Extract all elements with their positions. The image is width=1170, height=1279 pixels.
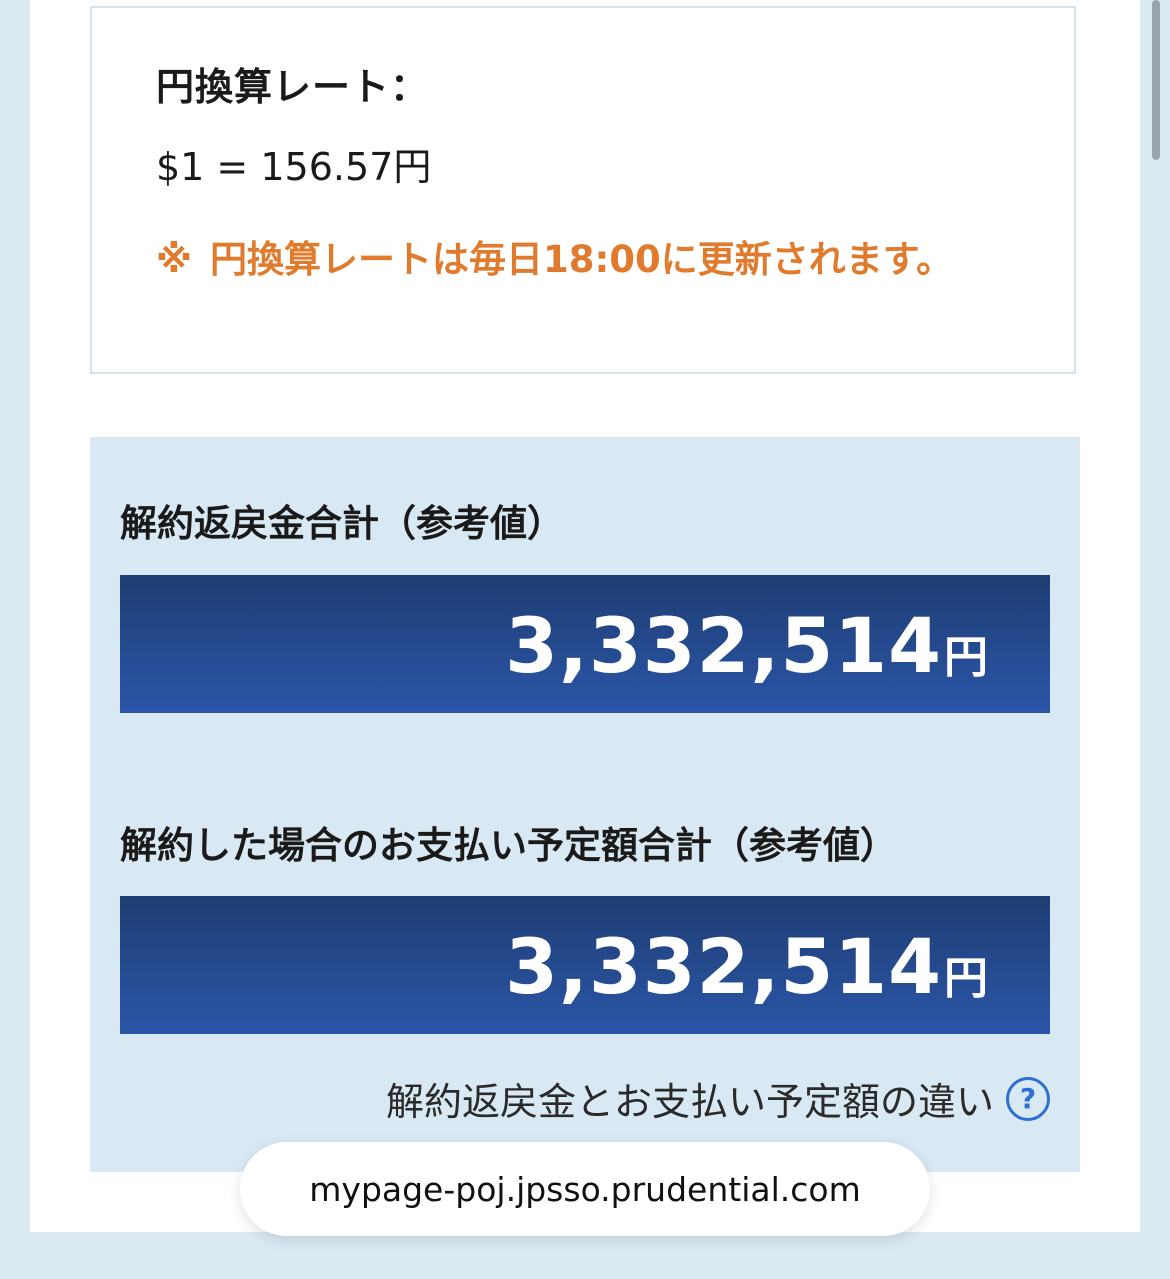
exchange-rate-note: ※ 円換算レートは毎日18:00に更新されます。 [156, 226, 986, 294]
exchange-rate-box: 円換算レート： $1 = 156.57円 ※ 円換算レートは毎日18:00に更新… [90, 6, 1076, 374]
surrender-total-amount: 3,332,514 [505, 601, 942, 690]
payment-total-unit: 円 [944, 953, 988, 1004]
page: 円換算レート： $1 = 156.57円 ※ 円換算レートは毎日18:00に更新… [0, 0, 1170, 1279]
payment-total-label: 解約した場合のお支払い予定額合計（参考値） [120, 824, 897, 867]
exchange-rate-title: 円換算レート： [156, 65, 430, 109]
amount-section: 解約返戻金合計（参考値） 3,332,514円 解約した場合のお支払い予定額合計… [90, 437, 1080, 1172]
browser-url-bar[interactable]: mypage-poj.jpsso.prudential.com [240, 1142, 930, 1236]
surrender-total-unit: 円 [944, 632, 988, 683]
difference-help-text[interactable]: 解約返戻金とお支払い予定額の違い [386, 1071, 994, 1126]
payment-total-amount: 3,332,514 [505, 922, 942, 1011]
note-mark: ※ [156, 238, 192, 281]
scrollbar[interactable] [1152, 0, 1160, 160]
payment-total-bar: 3,332,514円 [120, 896, 1050, 1034]
note-text: 円換算レートは毎日18:00に更新されます。 [210, 238, 954, 281]
payment-total-amount-wrap: 3,332,514円 [505, 922, 988, 1011]
difference-help-link[interactable]: 解約返戻金とお支払い予定額の違い ? [386, 1071, 1050, 1126]
question-icon[interactable]: ? [1006, 1076, 1050, 1121]
surrender-total-label: 解約返戻金合計（参考値） [120, 502, 564, 545]
exchange-rate-value: $1 = 156.57円 [156, 145, 432, 189]
surrender-total-bar: 3,332,514円 [120, 575, 1050, 713]
surrender-total-amount-wrap: 3,332,514円 [505, 601, 988, 690]
